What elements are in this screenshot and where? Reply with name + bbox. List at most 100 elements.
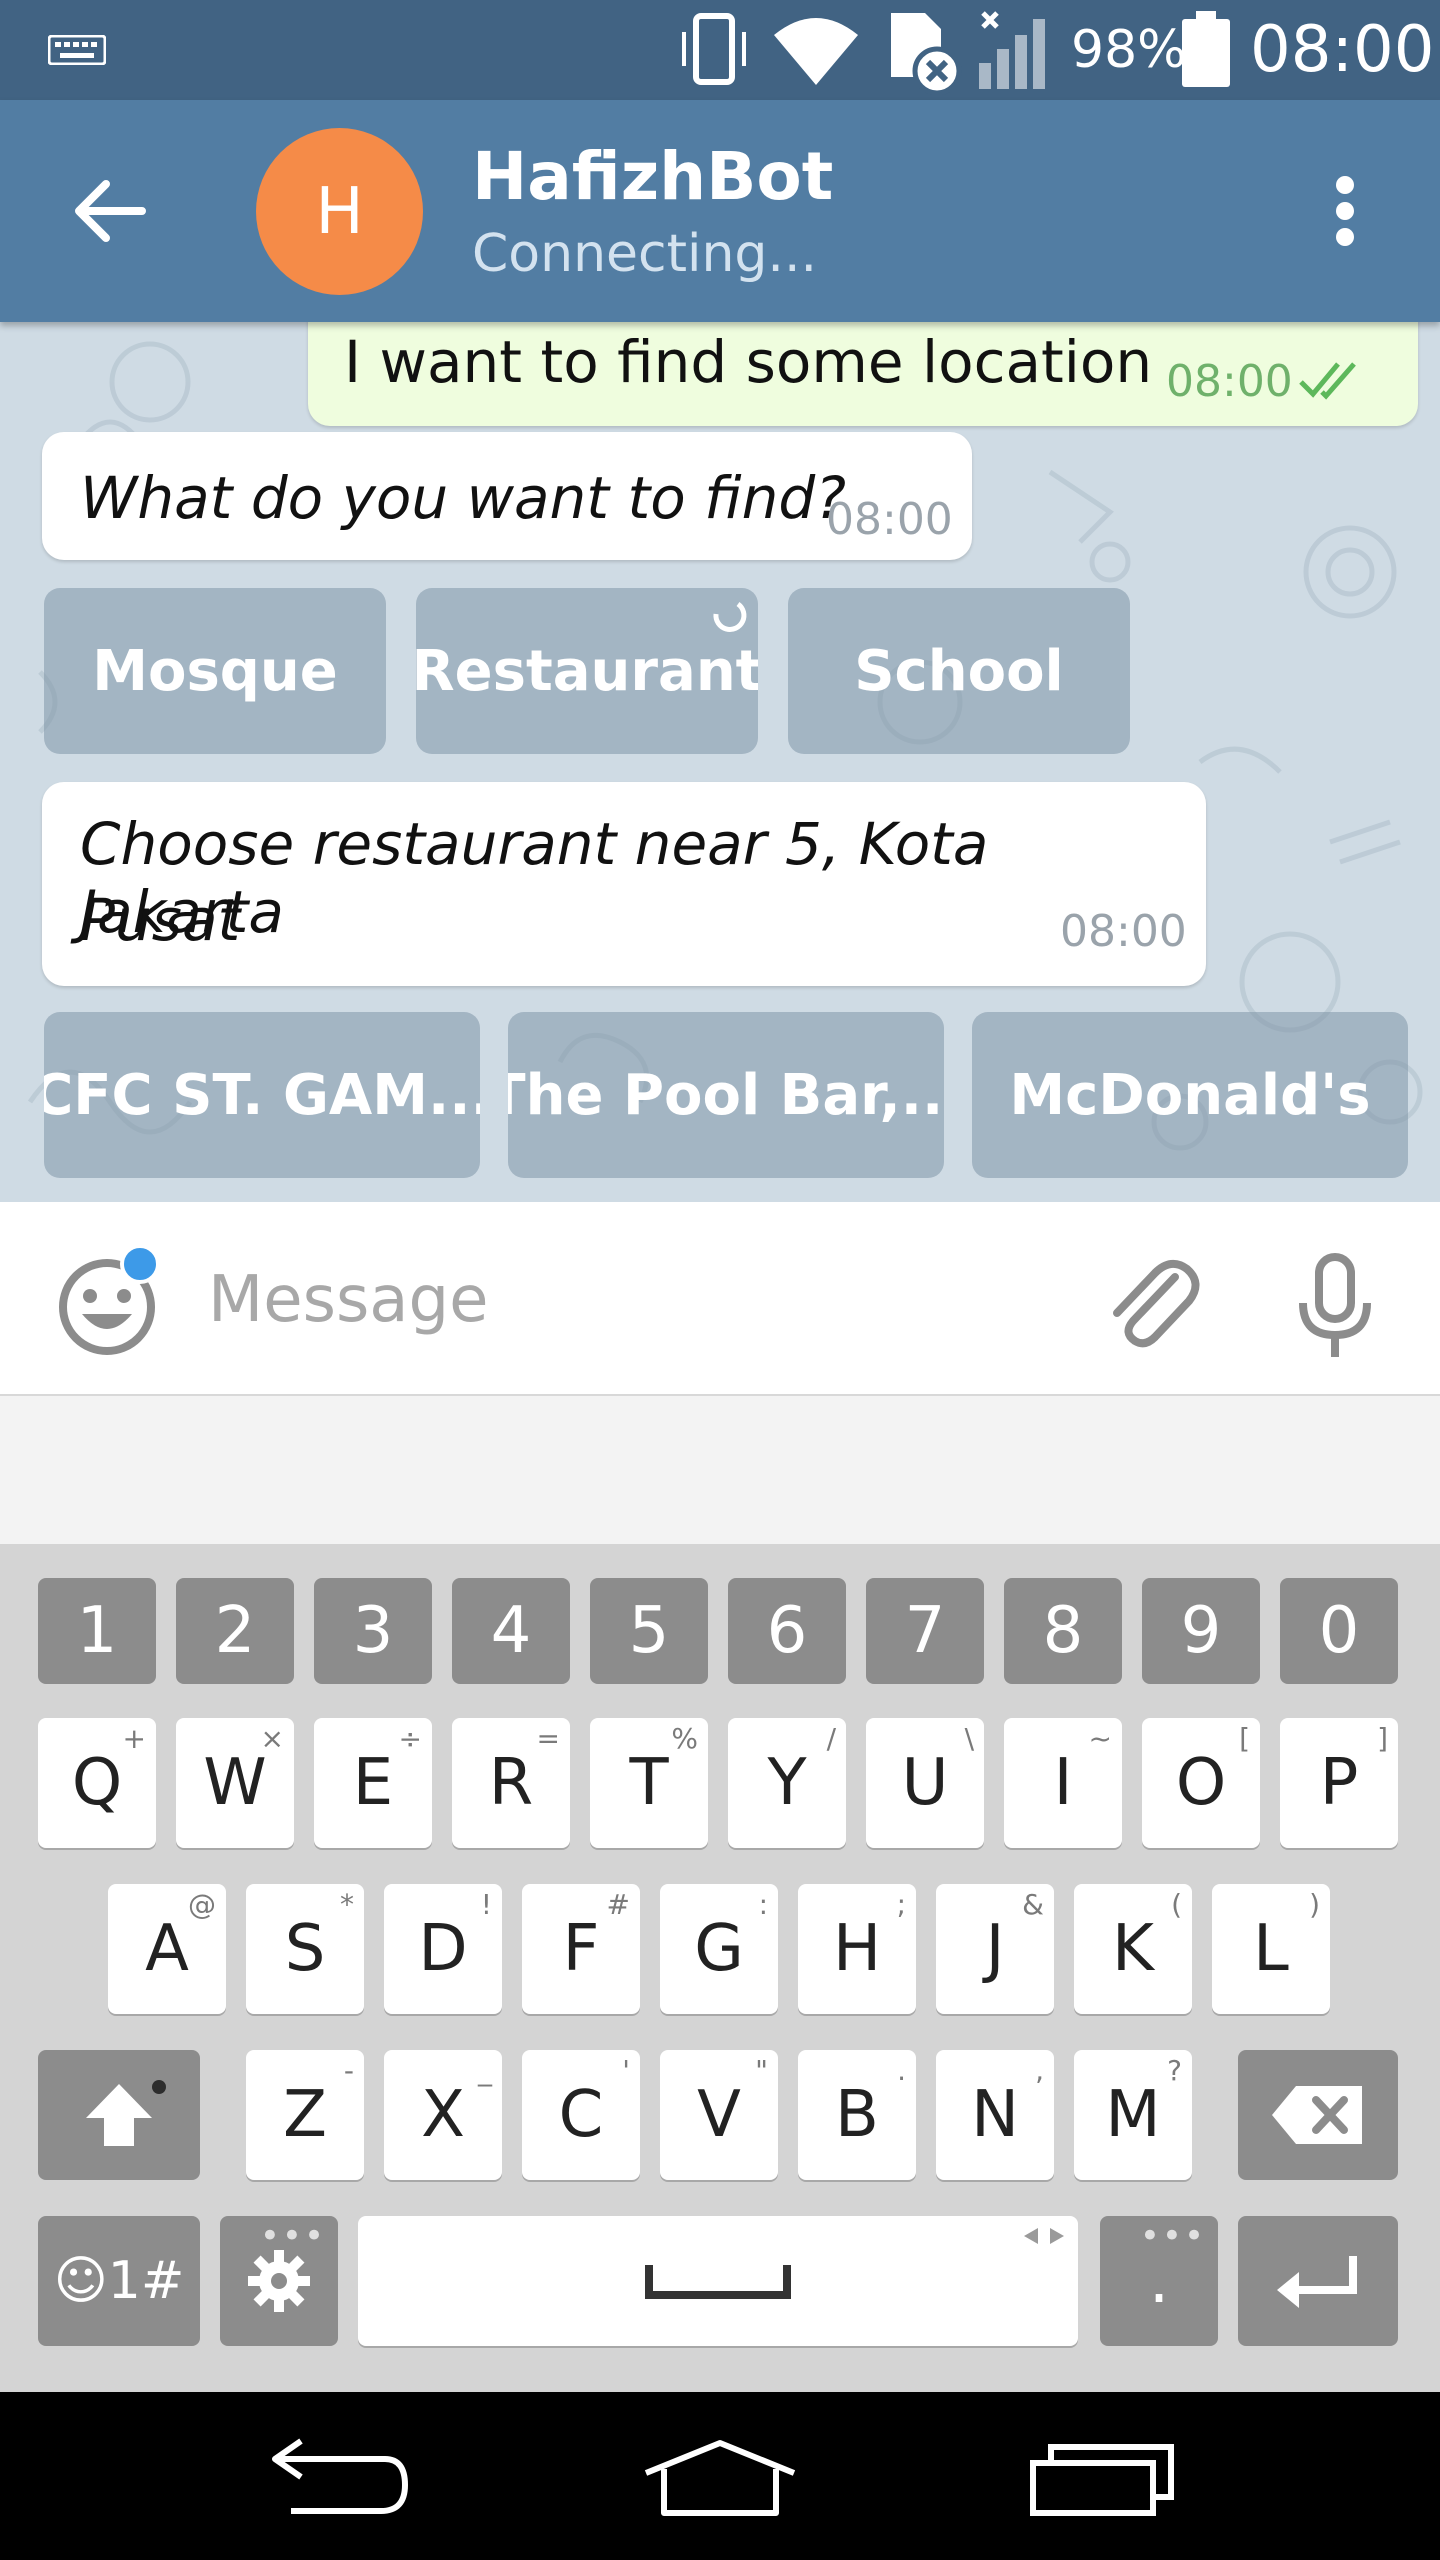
key-7[interactable]: 7	[866, 1578, 984, 1684]
nav-back-button[interactable]	[260, 2422, 420, 2532]
message-text-line2: Pusat	[80, 886, 241, 954]
key-u[interactable]: U \	[866, 1718, 984, 1848]
attach-button[interactable]	[1095, 1247, 1205, 1357]
gear-icon	[248, 2250, 310, 2312]
inline-button-school[interactable]: School	[788, 588, 1130, 754]
key-secondary: -	[343, 2054, 354, 2087]
period-key[interactable]: ••• .	[1100, 2216, 1218, 2346]
key-label: N	[971, 2078, 1019, 2152]
key-label: F	[562, 1912, 600, 1986]
key-3[interactable]: 3	[314, 1578, 432, 1684]
key-label: V	[697, 2078, 741, 2152]
double-check-icon	[1299, 362, 1356, 400]
key-e[interactable]: E ÷	[314, 1718, 432, 1848]
nav-recents-button[interactable]	[1022, 2422, 1182, 2532]
key-h[interactable]: H;	[798, 1884, 916, 2014]
key-x[interactable]: X _	[384, 2050, 502, 2180]
key-label: I	[1053, 1746, 1073, 1820]
menu-button[interactable]	[1300, 156, 1390, 266]
inline-button-restaurant[interactable]: Restaurant	[416, 588, 758, 754]
inline-button-mcdonalds[interactable]: McDonald's	[972, 1012, 1408, 1178]
key-secondary: /	[826, 1722, 836, 1755]
key-j[interactable]: J &	[936, 1884, 1054, 2014]
key-i[interactable]: I ~	[1004, 1718, 1122, 1848]
key-6[interactable]: 6	[728, 1578, 846, 1684]
microphone-icon	[1299, 1253, 1371, 1357]
key-t[interactable]: T%	[590, 1718, 708, 1848]
space-key[interactable]	[358, 2216, 1078, 2346]
key-secondary: =	[536, 1722, 560, 1755]
key-b[interactable]: B.	[798, 2050, 916, 2180]
key-secondary: ;	[896, 1888, 906, 1921]
backspace-key[interactable]	[1238, 2050, 1398, 2180]
key-label: B	[835, 2078, 879, 2152]
key-0[interactable]: 0	[1280, 1578, 1398, 1684]
chat-area[interactable]: I want to find some location 08:00 What …	[0, 322, 1440, 1202]
key-p[interactable]: P]	[1280, 1718, 1398, 1848]
key-m[interactable]: M?	[1074, 2050, 1192, 2180]
avatar[interactable]: H	[256, 128, 423, 295]
key-4[interactable]: 4	[452, 1578, 570, 1684]
message-bubble-incoming[interactable]: Choose restaurant near 5, Kota Jakarta P…	[42, 782, 1206, 986]
chat-title[interactable]: HafizhBot	[472, 138, 833, 215]
key-secondary: +	[122, 1722, 146, 1755]
message-bubble-incoming[interactable]: What do you want to find? 08:00	[42, 432, 972, 560]
key-secondary: &	[1022, 1888, 1044, 1921]
inline-button-cfc[interactable]: CFC ST. GAM...	[44, 1012, 480, 1178]
enter-arrow-icon	[1277, 2256, 1357, 2308]
key-o[interactable]: O[	[1142, 1718, 1260, 1848]
key-label: G	[694, 1912, 744, 1986]
message-time: 08:00	[826, 494, 953, 545]
key-2[interactable]: 2	[176, 1578, 294, 1684]
key-r[interactable]: R =	[452, 1718, 570, 1848]
message-text: I want to find some location	[344, 328, 1153, 396]
inline-button-pool-bar[interactable]: The Pool Bar,...	[508, 1012, 944, 1178]
cursor-arrows-icon	[1024, 2228, 1064, 2244]
battery-icon	[1180, 0, 1232, 100]
soft-keyboard: 1 2 3 4 5 6 7 8 9 0 Q + W × E ÷ R = T% Y / U \…	[0, 1544, 1440, 2392]
key-k[interactable]: K(	[1074, 1884, 1192, 2014]
key-q[interactable]: Q +	[38, 1718, 156, 1848]
key-c[interactable]: C '	[522, 2050, 640, 2180]
key-1[interactable]: 1	[38, 1578, 156, 1684]
key-l[interactable]: L)	[1212, 1884, 1330, 2014]
symbols-key[interactable]: ☺1#	[38, 2216, 200, 2346]
enter-key[interactable]	[1238, 2216, 1398, 2346]
nav-home-button[interactable]	[640, 2422, 800, 2532]
key-secondary: )	[1309, 1888, 1320, 1921]
key-5[interactable]: 5	[590, 1578, 708, 1684]
key-label: P	[1319, 1746, 1359, 1820]
key-n[interactable]: N,	[936, 2050, 1054, 2180]
paperclip-icon	[1113, 1259, 1200, 1348]
message-input[interactable]	[208, 1242, 1058, 1357]
key-9[interactable]: 9	[1142, 1578, 1260, 1684]
message-bubble-outgoing[interactable]: I want to find some location 08:00	[308, 322, 1418, 426]
key-a[interactable]: A @	[108, 1884, 226, 2014]
key-secondary: \	[964, 1722, 974, 1755]
key-s[interactable]: S *	[246, 1884, 364, 2014]
inline-button-mosque[interactable]: Mosque	[44, 588, 386, 754]
key-secondary: (	[1171, 1888, 1182, 1921]
chat-header: H HafizhBot Connecting...	[0, 100, 1440, 322]
key-d[interactable]: D!	[384, 1884, 502, 2014]
key-w[interactable]: W ×	[176, 1718, 294, 1848]
microphone-button[interactable]	[1285, 1247, 1385, 1367]
sim-error-icon	[885, 0, 965, 100]
key-secondary: ?	[1167, 2054, 1182, 2087]
more-vertical-icon	[1336, 176, 1354, 246]
key-8[interactable]: 8	[1004, 1578, 1122, 1684]
settings-key[interactable]: •••	[220, 2216, 338, 2346]
key-f[interactable]: F #	[522, 1884, 640, 2014]
shift-key[interactable]	[38, 2050, 200, 2180]
key-z[interactable]: Z-	[246, 2050, 364, 2180]
key-v[interactable]: V "	[660, 2050, 778, 2180]
back-button[interactable]	[55, 156, 165, 266]
key-more-dots: •••	[1139, 2216, 1206, 2256]
message-text: What do you want to find?	[80, 464, 846, 532]
message-composer	[0, 1202, 1440, 1396]
key-label: C	[558, 2078, 604, 2152]
wifi-icon	[770, 0, 862, 100]
key-y[interactable]: Y /	[728, 1718, 846, 1848]
key-g[interactable]: G:	[660, 1884, 778, 2014]
space-bar-icon	[645, 2265, 791, 2299]
